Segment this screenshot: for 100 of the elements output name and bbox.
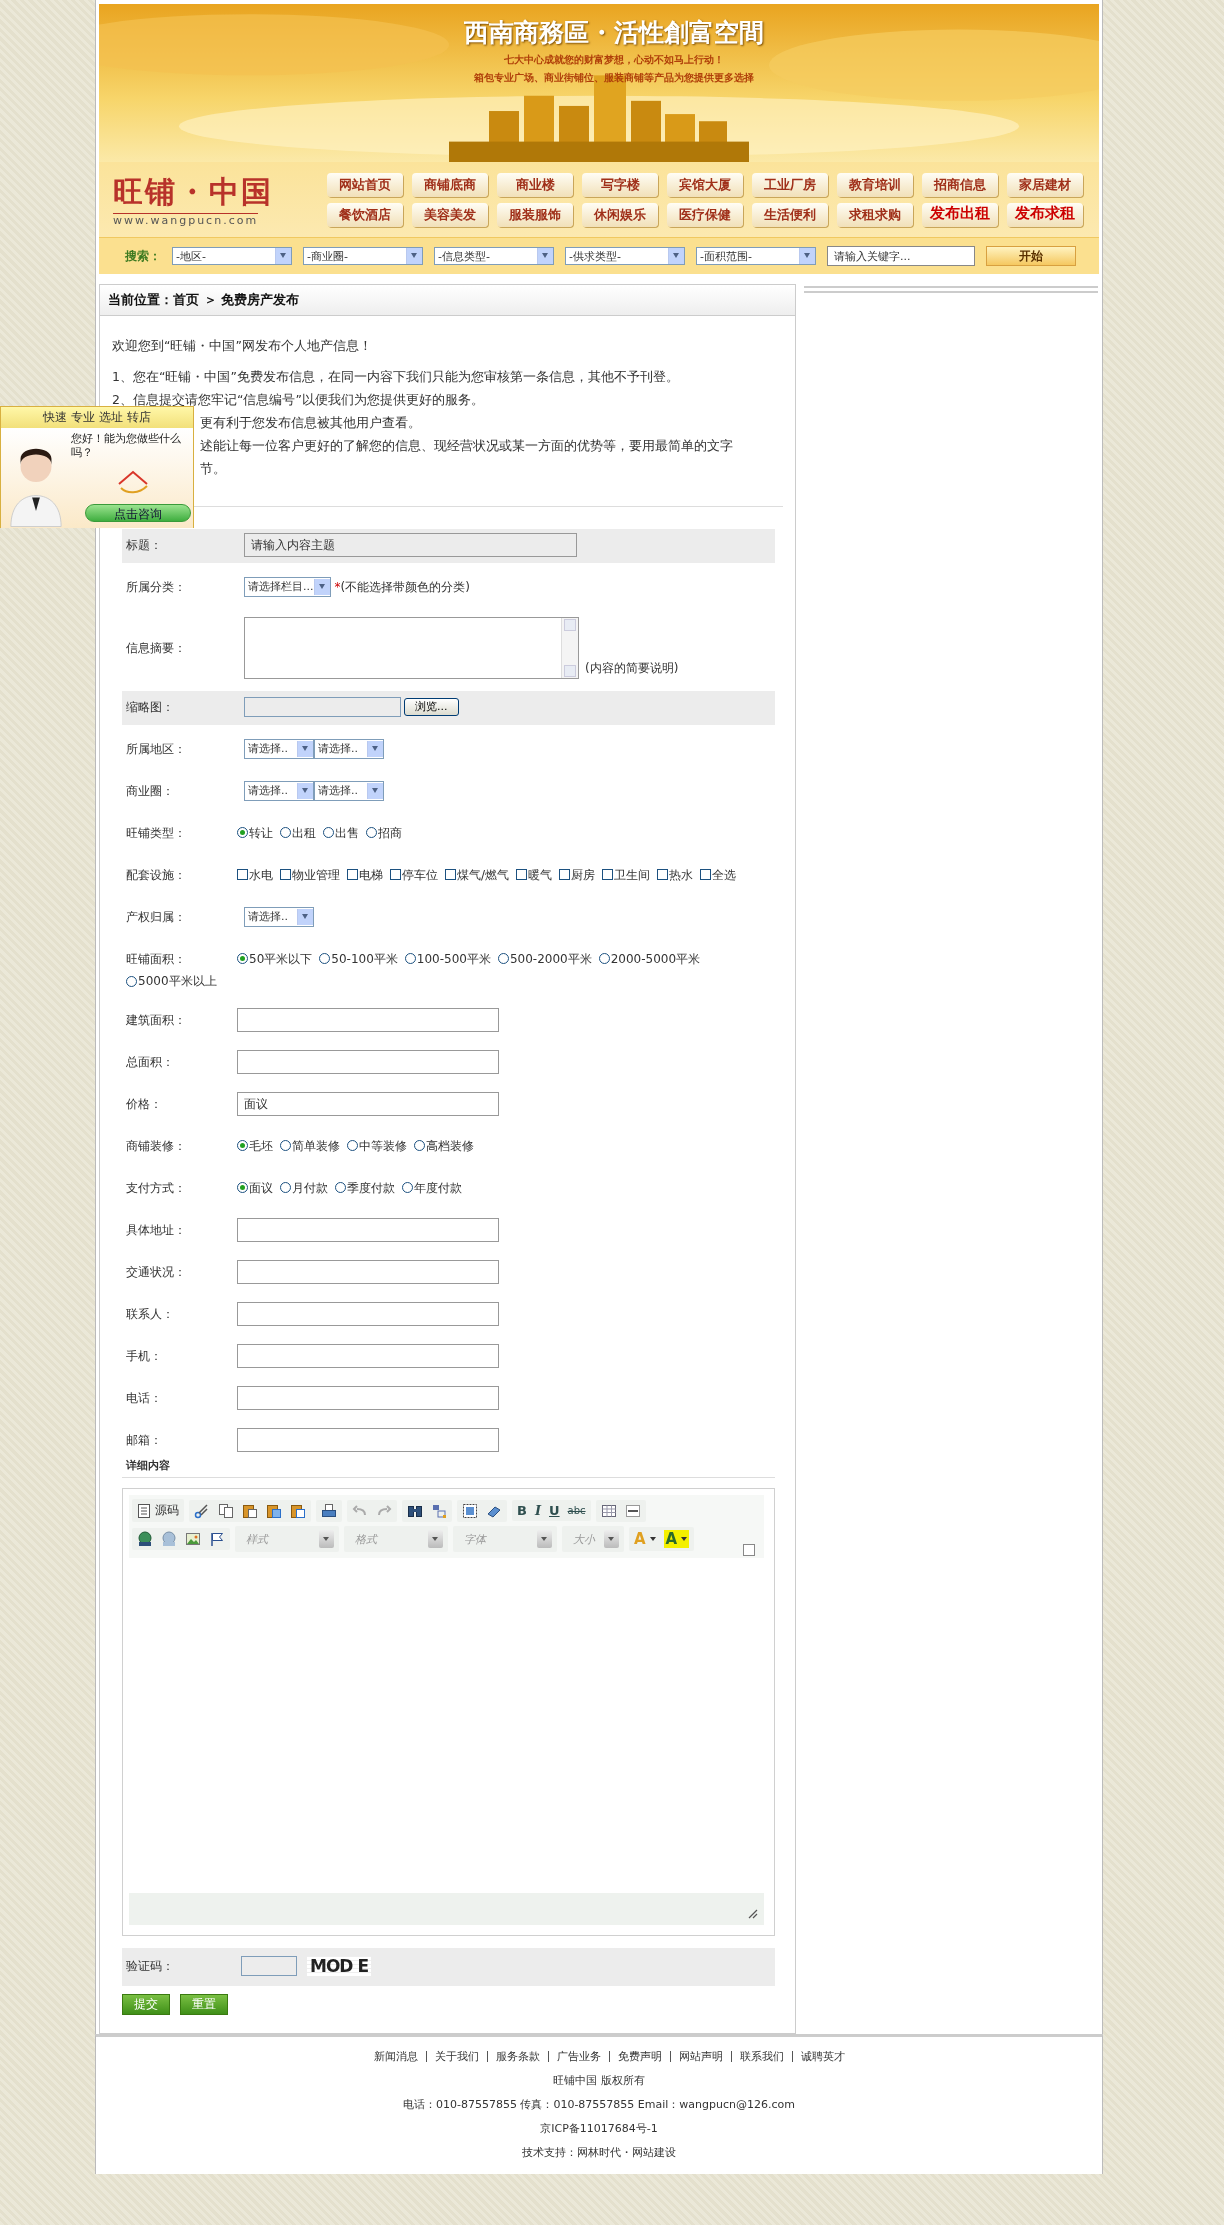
nav-button[interactable]: 工业厂房 — [752, 172, 828, 197]
checkbox[interactable] — [445, 869, 456, 880]
checkbox[interactable] — [280, 869, 291, 880]
color-button[interactable]: A — [663, 1530, 690, 1548]
footer-link[interactable]: 新闻消息 — [373, 2049, 418, 2064]
radio-button[interactable] — [237, 827, 248, 838]
captcha-field[interactable] — [241, 1955, 297, 1976]
select-all-icon[interactable] — [462, 1502, 478, 1519]
text-field[interactable] — [237, 1008, 499, 1032]
nav-button[interactable]: 休闲娱乐 — [582, 202, 658, 227]
dropdown[interactable]: 请选择.. — [244, 906, 314, 927]
nav-button[interactable]: 生活便利 — [752, 202, 828, 227]
nav-button[interactable]: 服装服饰 — [497, 202, 573, 227]
consult-button[interactable]: 点击咨询 — [85, 504, 191, 522]
paste-text-icon[interactable] — [266, 1502, 282, 1519]
footer-link[interactable]: 联系我们 — [739, 2049, 784, 2064]
checkbox[interactable] — [602, 869, 614, 880]
footer-link[interactable]: 服务条款 — [495, 2049, 540, 2064]
dropdown[interactable]: 请选择.. — [314, 738, 384, 759]
radio-button[interactable] — [319, 953, 331, 964]
text-field[interactable]: 请输入内容主题 — [244, 533, 577, 557]
text-field[interactable]: 面议 — [237, 1092, 499, 1116]
format-button[interactable]: U — [549, 1503, 560, 1518]
footer-link[interactable]: 关于我们 — [434, 2049, 479, 2064]
radio-button[interactable] — [598, 953, 610, 964]
footer-link[interactable]: 广告业务 — [556, 2049, 601, 2064]
radio-button[interactable] — [404, 953, 416, 964]
nav-button[interactable]: 美容美发 — [412, 202, 488, 227]
paste-word-icon[interactable] — [290, 1502, 306, 1519]
search-field[interactable]: 请输入关键字... — [827, 246, 975, 266]
copy-icon[interactable] — [218, 1502, 234, 1519]
dropdown[interactable]: 请选择.. — [244, 780, 314, 801]
file-field[interactable] — [244, 696, 401, 717]
nav-button[interactable]: 餐饮酒店 — [327, 202, 403, 227]
footer-link[interactable]: 诚聘英才 — [800, 2049, 845, 2064]
radio-button[interactable] — [237, 1182, 248, 1193]
nav-button[interactable]: 写字楼 — [582, 172, 658, 197]
checkbox[interactable] — [700, 869, 712, 880]
radio-button[interactable] — [335, 1182, 346, 1193]
footer-link[interactable]: 网站声明 — [678, 2049, 723, 2064]
replace-icon[interactable] — [431, 1502, 447, 1519]
dropdown[interactable]: 请选择.. — [314, 780, 384, 801]
radio-button[interactable] — [414, 1140, 425, 1151]
text-field[interactable] — [237, 1428, 499, 1452]
radio-button[interactable] — [237, 953, 248, 964]
checkbox[interactable] — [390, 869, 401, 880]
nav-button[interactable]: 网站首页 — [327, 172, 403, 197]
filter-dropdown[interactable]: -地区- — [172, 247, 292, 265]
radio-button[interactable] — [280, 1140, 291, 1151]
checkbox[interactable] — [237, 869, 248, 880]
collapse-toolbar-icon[interactable] — [743, 1544, 755, 1556]
nav-button[interactable]: 发布出租 — [922, 202, 998, 227]
text-field[interactable] — [237, 1302, 499, 1326]
text-field[interactable] — [237, 1386, 499, 1410]
dropdown[interactable]: 请选择.. — [244, 738, 314, 759]
format-button[interactable]: I — [534, 1503, 541, 1518]
radio-button[interactable] — [347, 1140, 358, 1151]
resize-grip-icon[interactable] — [746, 1907, 758, 1919]
site-logo[interactable]: 旺铺・中国 — [113, 172, 309, 213]
text-field[interactable] — [237, 1260, 499, 1284]
nav-button[interactable]: 家居建材 — [1007, 172, 1083, 197]
checkbox[interactable] — [516, 869, 528, 880]
paste-icon[interactable] — [242, 1502, 258, 1519]
dropdown[interactable]: 请选择栏目... — [244, 576, 331, 597]
filter-dropdown[interactable]: -面积范围- — [696, 247, 816, 265]
nav-button[interactable]: 医疗保健 — [667, 202, 743, 227]
filter-dropdown[interactable]: -信息类型- — [434, 247, 554, 265]
checkbox[interactable] — [559, 869, 571, 880]
globe-icon[interactable] — [137, 1531, 153, 1547]
search-button[interactable]: 开始 — [986, 246, 1076, 266]
filter-dropdown[interactable]: -商业圈- — [303, 247, 423, 265]
nav-button[interactable]: 求租求购 — [837, 202, 913, 227]
format-button[interactable]: abc — [567, 1505, 586, 1516]
checkbox[interactable] — [347, 869, 358, 880]
checkbox[interactable] — [657, 869, 669, 880]
format-button[interactable]: B — [517, 1503, 527, 1518]
nav-button[interactable]: 商铺底商 — [412, 172, 488, 197]
summary-field[interactable] — [244, 617, 579, 679]
text-field[interactable] — [237, 1344, 499, 1368]
table-icon[interactable] — [600, 1502, 617, 1519]
radio-button[interactable] — [237, 1140, 248, 1151]
browse-button[interactable]: 浏览... — [404, 697, 459, 716]
image-icon[interactable] — [185, 1531, 201, 1547]
nav-button[interactable]: 宾馆大厦 — [667, 172, 743, 197]
radio-button[interactable] — [280, 827, 291, 838]
radio-button[interactable] — [126, 975, 137, 987]
nav-button[interactable]: 教育培训 — [837, 172, 913, 197]
nav-button[interactable]: 招商信息 — [922, 172, 998, 197]
print-icon[interactable] — [321, 1502, 337, 1519]
nav-button[interactable]: 发布求租 — [1007, 202, 1083, 227]
radio-button[interactable] — [323, 827, 334, 838]
radio-button[interactable] — [402, 1182, 413, 1193]
text-field[interactable] — [237, 1218, 499, 1242]
footer-link[interactable]: 免费声明 — [617, 2049, 662, 2064]
filter-dropdown[interactable]: -供求类型- — [565, 247, 685, 265]
text-field[interactable] — [237, 1050, 499, 1074]
radio-button[interactable] — [366, 827, 377, 838]
radio-button[interactable] — [280, 1182, 291, 1193]
radio-button[interactable] — [497, 953, 509, 964]
nav-button[interactable]: 商业楼 — [497, 172, 573, 197]
